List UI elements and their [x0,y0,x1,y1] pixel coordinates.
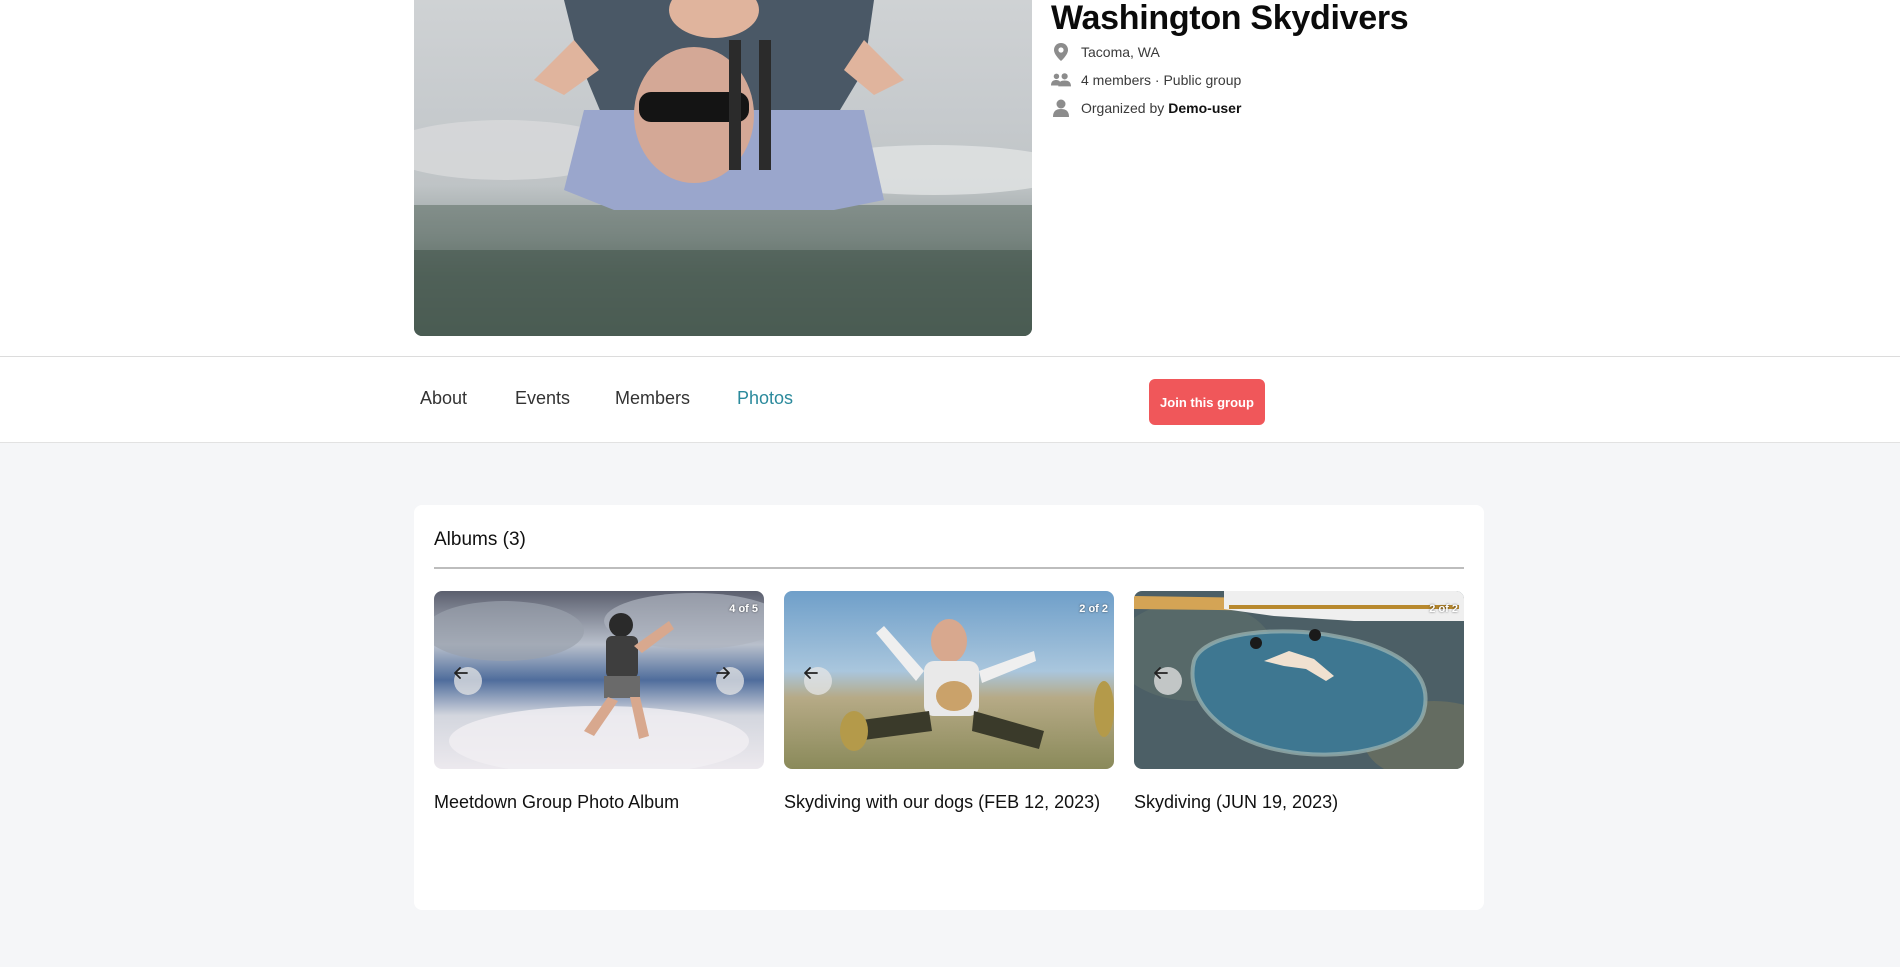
tab-photos[interactable]: Photos [737,387,793,409]
album-photo-counter: 4 of 5 [729,603,758,615]
albums-card: Albums (3) 4 of 5 Meetdown Group Photo A… [414,505,1484,910]
album-name[interactable]: Meetdown Group Photo Album [434,791,764,813]
arrow-left-icon[interactable] [1154,667,1182,695]
album-name[interactable]: Skydiving (JUN 19, 2023) [1134,791,1464,813]
group-title: Washington Skydivers [1051,0,1409,37]
album-name[interactable]: Skydiving with our dogs (FEB 12, 2023) [784,791,1114,813]
person-icon [1051,98,1071,118]
group-members-text: 4 members · Public group [1081,72,1242,88]
album-thumbnail[interactable]: 4 of 5 [434,591,764,769]
group-members-row: 4 members · Public group [1051,66,1651,94]
album-thumbnail[interactable]: 2 of 2 [1134,591,1464,769]
album-card[interactable]: 2 of 2 Skydiving (JUN 19, 2023) [1134,591,1464,813]
group-location-row: Tacoma, WA [1051,38,1651,66]
album-thumbnail[interactable]: 2 of 2 [784,591,1114,769]
group-cover-photo [414,0,1032,336]
group-info: Washington Skydivers Tacoma, WA 4 member… [1051,0,1651,122]
tab-about[interactable]: About [420,387,467,409]
organizer-prefix: Organized by [1081,100,1165,116]
arrow-left-icon[interactable] [804,667,832,695]
people-icon [1051,70,1071,90]
join-group-button[interactable]: Join this group [1149,379,1265,425]
group-organizer-row: Organized by Demo-user [1051,94,1651,122]
tab-events[interactable]: Events [515,387,570,409]
album-card[interactable]: 4 of 5 Meetdown Group Photo Album [434,591,764,813]
tab-members[interactable]: Members [615,387,690,409]
content-area: Albums (3) 4 of 5 Meetdown Group Photo A… [0,443,1900,967]
group-header: Washington Skydivers Tacoma, WA 4 member… [0,0,1900,357]
arrow-left-icon[interactable] [454,667,482,695]
album-photo-counter: 2 of 2 [1079,603,1108,615]
map-pin-icon [1051,42,1071,62]
group-location: Tacoma, WA [1081,44,1160,60]
album-card[interactable]: 2 of 2 Skydiving with our dogs (FEB 12, … [784,591,1114,813]
album-photo-counter: 2 of 2 [1429,603,1458,615]
albums-divider [434,567,1464,569]
arrow-right-icon[interactable] [716,667,744,695]
organizer-name[interactable]: Demo-user [1168,100,1241,116]
albums-heading: Albums (3) [434,529,526,550]
group-tab-bar: About Events Members Photos Join this gr… [0,357,1900,443]
